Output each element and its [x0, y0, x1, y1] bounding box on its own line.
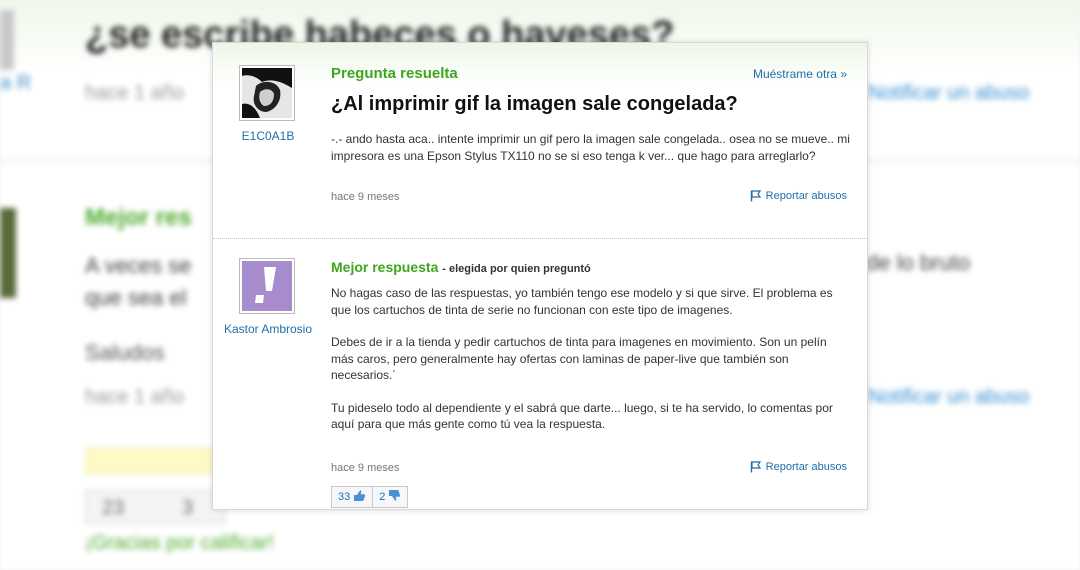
- background-question-time: hace 1 año: [85, 82, 184, 104]
- background-vote-up-count: 23: [102, 497, 125, 519]
- question-body: -.- ando hasta aca.. intente imprimir un…: [331, 132, 850, 163]
- flag-icon: [750, 190, 762, 202]
- answer-author-name[interactable]: Kastor Ambrosio: [213, 321, 323, 338]
- thumbs-down-count: 2: [379, 491, 386, 503]
- question-author-name[interactable]: E1C0A1B: [213, 128, 323, 145]
- answer-paragraph: Debes de ir a la tienda y pedir cartucho…: [331, 335, 827, 382]
- qa-card: E1C0A1B Pregunta resuelta Muéstrame otra…: [212, 42, 868, 510]
- show-another-link[interactable]: Muéstrame otra »: [753, 67, 847, 81]
- question-author-avatar[interactable]: [239, 65, 295, 121]
- background-answer-text-right: de lo bruto: [866, 250, 970, 275]
- background-report-link[interactable]: Notificar un abuso: [868, 82, 1029, 105]
- background-answer-line: A veces se: [85, 253, 192, 278]
- thumbs-up-count: 33: [338, 491, 351, 503]
- background-vote-down-count: 3: [182, 497, 194, 519]
- answer-paragraph: No hagas caso de las respuestas, yo tamb…: [331, 286, 833, 317]
- thumbs-down-icon: [388, 489, 401, 505]
- question-status-label: Pregunta resuelta: [331, 65, 458, 82]
- thumbs-down-button[interactable]: 2: [372, 487, 407, 507]
- answer-author-avatar[interactable]: [239, 258, 295, 314]
- background-answer-line: que sea el: [85, 285, 187, 310]
- report-abuse-label: Reportar abusos: [765, 461, 847, 473]
- best-answer-heading: Mejor respuesta - elegida por quien preg…: [331, 259, 591, 275]
- question-time: hace 9 meses: [331, 191, 400, 203]
- background-report-link[interactable]: Notificar un abuso: [868, 386, 1029, 409]
- report-abuse-label: Reportar abusos: [765, 190, 847, 202]
- thumbs-up-button[interactable]: 33: [332, 487, 372, 507]
- background-answer-time: hace 1 año: [85, 386, 184, 408]
- answer-body: No hagas caso de las respuestas, yo tamb…: [331, 285, 846, 449]
- background-salutation: Saludos: [85, 340, 165, 365]
- background-avatar: [0, 10, 14, 70]
- background-left-link: a R: [0, 72, 32, 94]
- background-vote-box[interactable]: 23 3: [85, 490, 225, 524]
- section-divider: [213, 238, 867, 239]
- background-thanks-link[interactable]: ¡Gracias por calificar!: [85, 532, 274, 555]
- default-avatar-icon: [242, 261, 292, 311]
- background-answer-avatar: [0, 208, 16, 298]
- flag-icon: [750, 461, 762, 473]
- background-answer-text: A veces se que sea el: [85, 250, 191, 314]
- rating-box: 33 2: [331, 486, 409, 508]
- best-answer-label: Mejor respuesta: [331, 259, 439, 275]
- background-best-answer-label: Mejor res: [85, 204, 192, 231]
- background-highlight-bar: [85, 448, 225, 474]
- chosen-by-asker-label: - elegida por quien preguntó: [442, 263, 591, 275]
- question-report-abuse-link[interactable]: Reportar abusos: [750, 190, 847, 202]
- thumbs-up-icon: [353, 489, 366, 505]
- answer-paragraph: Tu pideselo todo al dependiente y el sab…: [331, 400, 833, 432]
- answer-report-abuse-link[interactable]: Reportar abusos: [750, 461, 847, 473]
- answer-time: hace 9 meses: [331, 462, 400, 474]
- question-title: ¿Al imprimir gif la imagen sale congelad…: [331, 93, 738, 115]
- avatar-photo-icon: [242, 68, 292, 118]
